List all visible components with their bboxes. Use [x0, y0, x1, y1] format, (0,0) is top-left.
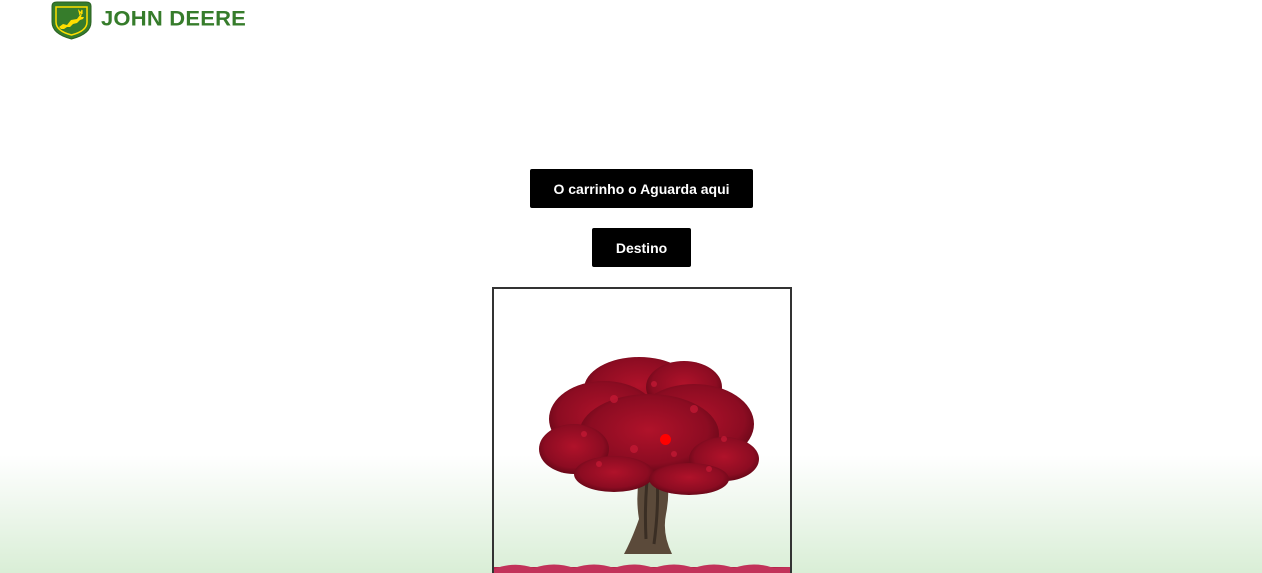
- brand-wordmark: JOHN DEERE: [101, 6, 247, 31]
- location-marker[interactable]: [660, 434, 671, 445]
- john-deere-logo-icon[interactable]: [49, 0, 94, 40]
- map-area[interactable]: [492, 287, 792, 573]
- site-header: JOHN DEERE: [49, 0, 246, 40]
- waiting-location-button[interactable]: O carrinho o Aguarda aqui: [530, 169, 753, 208]
- destination-button[interactable]: Destino: [592, 228, 691, 267]
- bonsai-tree-image: [494, 357, 790, 573]
